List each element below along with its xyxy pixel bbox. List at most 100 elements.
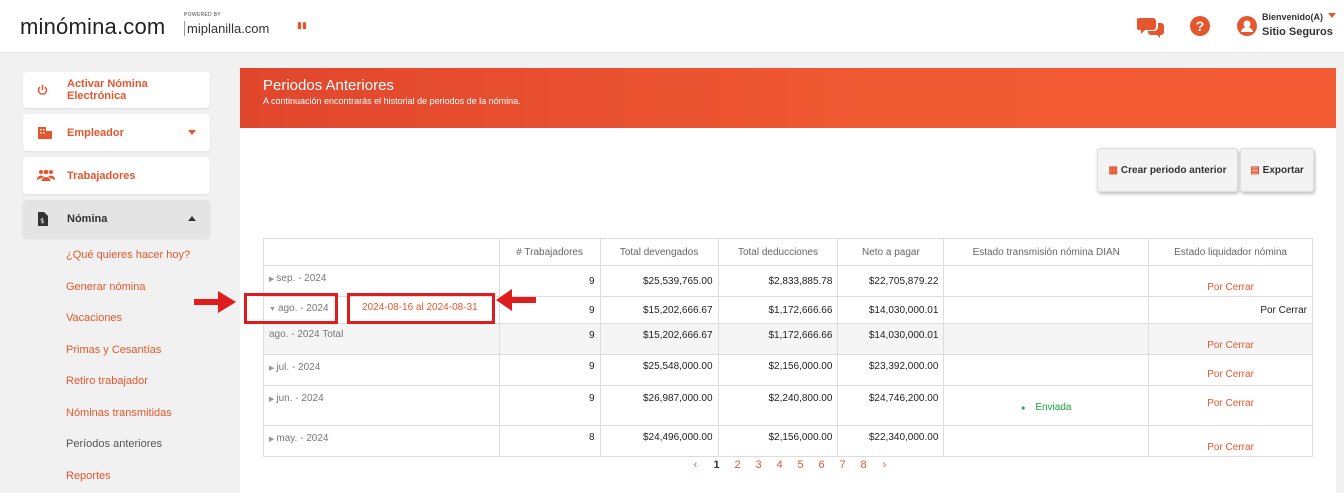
cell-deducciones: $2,156,000.00 bbox=[717, 425, 839, 457]
pager-page-1[interactable]: 1 bbox=[706, 459, 727, 471]
table-row-total: ago. - 2024 Total 9 $15,202,666.67 $1,17… bbox=[263, 323, 1313, 355]
cell-neto: $22,340,000.00 bbox=[837, 425, 945, 457]
cell-deducciones: $2,156,000.00 bbox=[717, 354, 839, 386]
row-label: jul. - 2024 bbox=[276, 362, 321, 373]
table-row[interactable]: ▶ jun. - 2024 9 $26,987,000.00 $2,240,800… bbox=[263, 385, 1313, 426]
building-icon bbox=[38, 127, 52, 139]
subitem-reportes[interactable]: Reportes bbox=[66, 470, 111, 482]
expand-icon[interactable]: ▶ bbox=[269, 276, 274, 283]
table-header-row: # Trabajadores Total devengados Total de… bbox=[263, 238, 1313, 266]
annotation-arrow-left-icon bbox=[496, 289, 536, 311]
col-header bbox=[263, 238, 500, 266]
pager-page-4[interactable]: 4 bbox=[769, 459, 790, 471]
col-header: Total deducciones bbox=[717, 238, 839, 266]
menu-toggle-icon[interactable]: ▮▮ bbox=[297, 21, 307, 30]
chat-icon[interactable] bbox=[1137, 16, 1165, 38]
cell-devengados: $24,496,000.00 bbox=[599, 425, 719, 457]
row-label: jun. - 2024 bbox=[276, 393, 324, 404]
cell-neto: $24,746,200.00 bbox=[837, 385, 945, 426]
export-button[interactable]: ▤ Exportar bbox=[1240, 148, 1314, 192]
periods-table: # Trabajadores Total devengados Total de… bbox=[263, 238, 1313, 457]
logo[interactable]: minómina.com bbox=[20, 14, 165, 40]
table-row[interactable]: ▶ may. - 2024 8 $24,496,000.00 $2,156,000… bbox=[263, 425, 1313, 457]
cell-dian bbox=[943, 265, 1150, 297]
panel-header: Periodos Anteriores A continuación encon… bbox=[240, 68, 1336, 128]
pager-page-7[interactable]: 7 bbox=[832, 459, 853, 471]
sidebar-item-trabajadores[interactable]: Trabajadores bbox=[23, 157, 210, 194]
user-name[interactable]: Sitio Seguros bbox=[1262, 26, 1333, 38]
expand-icon[interactable]: ▶ bbox=[269, 436, 274, 443]
chevron-down-icon bbox=[188, 130, 196, 135]
row-label: sep. - 2024 bbox=[276, 273, 327, 284]
help-icon[interactable]: ? bbox=[1190, 16, 1210, 36]
cell-neto: $22,705,879.22 bbox=[837, 265, 945, 297]
cell-deducciones: $1,172,666.66 bbox=[717, 323, 839, 355]
users-icon bbox=[37, 169, 55, 181]
expand-icon[interactable]: ▶ bbox=[269, 365, 274, 372]
pager-next[interactable]: › bbox=[874, 459, 895, 471]
cell-liquidador[interactable]: Por Cerrar bbox=[1148, 265, 1313, 297]
table-row[interactable]: ▶ sep. - 2024 9 $25,539,765.00 $2,833,885… bbox=[263, 265, 1313, 297]
dian-status: Enviada bbox=[1035, 402, 1072, 413]
annotation-box-period bbox=[244, 293, 338, 324]
status-link[interactable]: Por Cerrar bbox=[1207, 442, 1254, 453]
cell-workers: 9 bbox=[498, 385, 601, 426]
status-link[interactable]: Por Cerrar bbox=[1207, 398, 1254, 409]
cell-liquidador[interactable]: Por Cerrar bbox=[1148, 323, 1313, 355]
export-label: Exportar bbox=[1262, 164, 1304, 176]
sidebar-item-label: Activar Nómina Electrónica bbox=[67, 78, 148, 102]
subitem-periodos-anteriores[interactable]: Períodos anteriores bbox=[66, 438, 162, 450]
spreadsheet-icon: ▤ bbox=[1250, 164, 1260, 176]
subitem-vacaciones[interactable]: Vacaciones bbox=[66, 312, 122, 324]
create-period-button[interactable]: ▦ Crear periodo anterior bbox=[1097, 148, 1238, 192]
cell-neto: $14,030,000.01 bbox=[837, 296, 945, 324]
cell-liquidador[interactable]: Por Cerrar bbox=[1148, 425, 1313, 457]
sidebar-item-nomina[interactable]: $ Nómina bbox=[23, 200, 210, 238]
pager-page-6[interactable]: 6 bbox=[811, 459, 832, 471]
pager-page-8[interactable]: 8 bbox=[853, 459, 874, 471]
subitem-primas-cesantias[interactable]: Primas y Cesantías bbox=[66, 344, 161, 356]
col-header: Estado transmisión nómina DIAN bbox=[943, 238, 1150, 266]
col-header: Estado liquidador nómina bbox=[1148, 238, 1313, 266]
status-link[interactable]: Por Cerrar bbox=[1207, 340, 1254, 351]
power-icon bbox=[37, 85, 48, 95]
cell-devengados: $15,202,666.67 bbox=[599, 323, 719, 355]
cell-dian: ● Enviada bbox=[943, 385, 1150, 426]
sidebar-item-empleador[interactable]: Empleador bbox=[23, 114, 210, 151]
pager-prev[interactable]: ‹ bbox=[685, 459, 706, 471]
sidebar-item-activar-nomina[interactable]: Activar Nómina Electrónica bbox=[23, 72, 210, 108]
cell-devengados: $26,987,000.00 bbox=[599, 385, 719, 426]
cell-workers: 9 bbox=[498, 354, 601, 386]
cell-dian bbox=[943, 425, 1150, 457]
pager-page-5[interactable]: 5 bbox=[790, 459, 811, 471]
subitem-retiro-trabajador[interactable]: Retiro trabajador bbox=[66, 375, 148, 387]
table-row[interactable]: ▶ jul. - 2024 9 $25,548,000.00 $2,156,000… bbox=[263, 354, 1313, 386]
cell-deducciones: $2,240,800.00 bbox=[717, 385, 839, 426]
annotation-box-range bbox=[347, 293, 495, 324]
col-header: Neto a pagar bbox=[837, 238, 945, 266]
pagination: ‹ 1 2 3 4 5 6 7 8 › bbox=[685, 459, 895, 471]
cell-liquidador[interactable]: Por Cerrar bbox=[1148, 354, 1313, 386]
user-menu-caret-icon[interactable] bbox=[1328, 13, 1336, 18]
pager-page-3[interactable]: 3 bbox=[748, 459, 769, 471]
status-link[interactable]: Por Cerrar bbox=[1207, 282, 1254, 293]
cell-neto: $23,392,000.00 bbox=[837, 354, 945, 386]
col-header: Total devengados bbox=[599, 238, 719, 266]
cell-dian bbox=[943, 323, 1150, 355]
subitem-nominas-transmitidas[interactable]: Nóminas transmitidas bbox=[66, 407, 172, 419]
expand-icon[interactable]: ▶ bbox=[269, 396, 274, 403]
cell-deducciones: $2,833,885.78 bbox=[717, 265, 839, 297]
subitem-que-quieres-hacer[interactable]: ¿Qué quieres hacer hoy? bbox=[66, 249, 190, 261]
cell-liquidador[interactable]: Por Cerrar bbox=[1148, 385, 1313, 426]
status-link[interactable]: Por Cerrar bbox=[1207, 369, 1254, 380]
cell-neto: $14,030,000.01 bbox=[837, 323, 945, 355]
row-label: may. - 2024 bbox=[276, 433, 329, 444]
powered-by-label: POWERED BY bbox=[184, 12, 221, 18]
row-label: ago. - 2024 Total bbox=[263, 323, 500, 355]
create-period-label: Crear periodo anterior bbox=[1120, 164, 1227, 176]
cell-workers: 8 bbox=[498, 425, 601, 457]
subitem-generar-nomina[interactable]: Generar nómina bbox=[66, 281, 146, 293]
cell-dian bbox=[943, 354, 1150, 386]
pager-page-2[interactable]: 2 bbox=[727, 459, 748, 471]
user-avatar-icon[interactable] bbox=[1237, 16, 1257, 36]
